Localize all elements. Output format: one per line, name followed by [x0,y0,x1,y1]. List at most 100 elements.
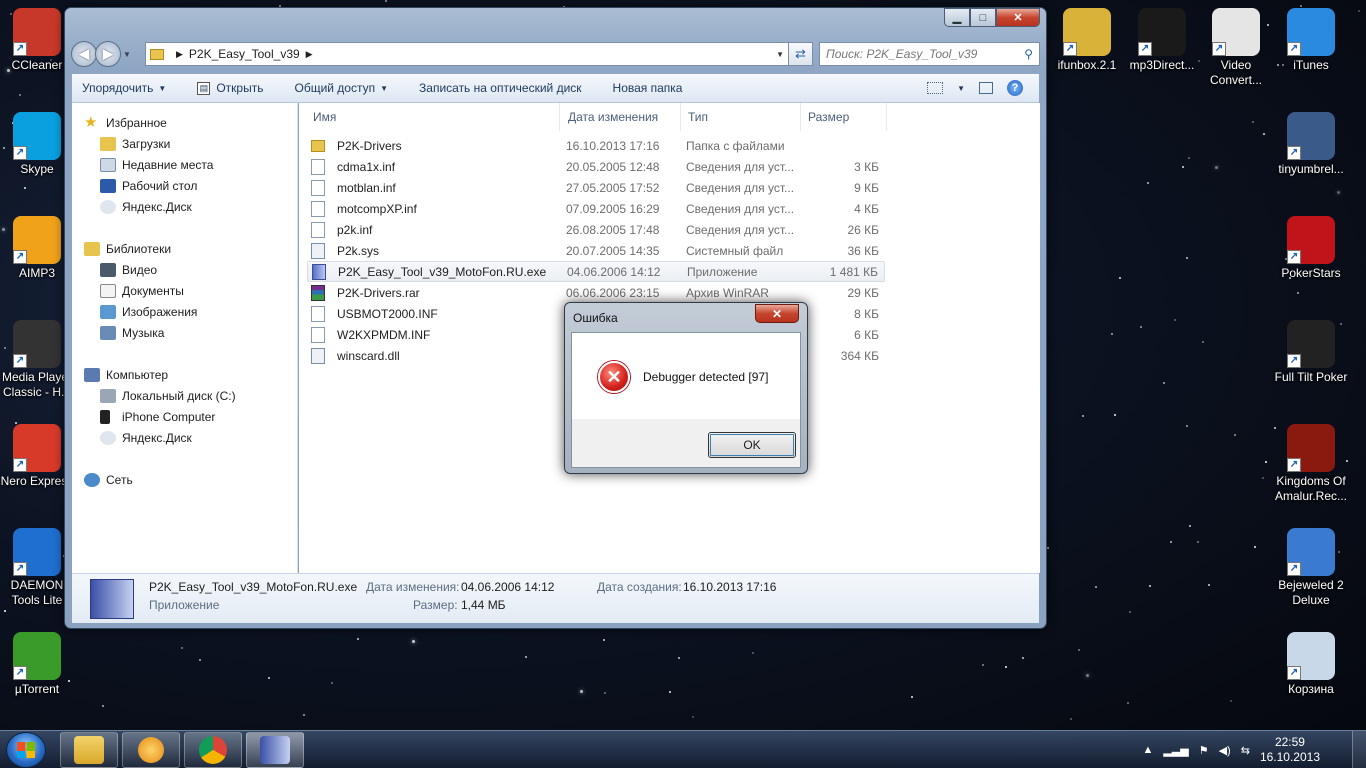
nav-libraries[interactable]: Библиотеки [84,239,171,258]
error-dialog[interactable]: Ошибка ✕ ✕ Debugger detected [97] OK [564,302,808,474]
close-button[interactable]: ✕ [996,8,1040,27]
search-icon[interactable]: ⚲ [1024,47,1033,61]
explorer-window[interactable]: ▁ □ ✕ ◀ ▶ ▼ ▶ P2K_Easy_Tool_v39 ▶ ▼ ⇄ По… [64,7,1047,629]
desktop-shortcut[interactable]: ↗ Full Tilt Poker [1271,320,1351,385]
show-hidden-icons-icon[interactable]: ▲ [1142,744,1153,756]
file-size: 36 КБ [847,243,879,258]
nav-network[interactable]: Сеть [84,470,133,489]
chevron-down-icon: ▼ [380,83,389,93]
ok-button[interactable]: OK [708,432,796,458]
search-input[interactable]: Поиск: P2K_Easy_Tool_v39 ⚲ [819,42,1040,66]
breadcrumb-chevron-icon[interactable]: ▶ [306,49,313,60]
back-button[interactable]: ◀ [71,41,97,67]
volume-icon[interactable]: ◀) [1219,744,1231,757]
refresh-button[interactable]: ⇄ [789,42,813,66]
desktop-shortcut[interactable]: ↗ Kingdoms Of Amalur.Rec... [1271,424,1351,504]
view-dropdown-icon[interactable]: ▼ [957,84,965,93]
nav-label: Загрузки [122,136,171,151]
nav-images[interactable]: Изображения [100,302,197,321]
desktop-shortcut[interactable]: ↗ Корзина [1271,632,1351,697]
status-filetype: Приложение [149,598,220,612]
burn-disc-button[interactable]: Записать на оптический диск [419,81,582,95]
taskbar-p2k-tool-button[interactable] [246,732,304,768]
nav-recent-places[interactable]: Недавние места [100,155,213,174]
star [1252,121,1254,123]
nav-computer[interactable]: Компьютер [84,365,168,384]
file-row[interactable]: P2K_Easy_Tool_v39_MotoFon.RU.exe 04.06.20… [307,261,885,282]
language-icon[interactable]: ⇆ [1241,744,1250,757]
forward-button[interactable]: ▶ [95,41,121,67]
file-row[interactable]: P2K-Drivers 16.10.2013 17:16 Папка с файла… [307,135,885,156]
system-tray: ▲ ▂▃▅ ⚑ ◀) ⇆ 22:59 16.10.2013 [1142,731,1320,768]
desktop-shortcut-label: Bejeweled 2 Deluxe [1278,578,1344,607]
desktop-shortcut[interactable]: ↗ PokerStars [1271,216,1351,281]
nav-desktop[interactable]: Рабочий стол [100,176,197,195]
column-header-date[interactable]: Дата изменения [561,103,681,131]
breadcrumb-current[interactable]: P2K_Easy_Tool_v39 [189,47,300,61]
clock[interactable]: 22:59 16.10.2013 [1260,735,1320,765]
column-header-type[interactable]: Тип [681,103,801,131]
desktop-shortcut[interactable]: ↗ tinyumbrel... [1271,112,1351,177]
chrome-icon [199,736,227,764]
column-label: Дата изменения [568,110,659,124]
show-desktop-button[interactable] [1352,731,1366,768]
star-icon: ★ [84,113,98,131]
help-icon[interactable]: ? [1007,80,1023,96]
breadcrumb-separator-icon[interactable]: ▶ [176,49,183,60]
recent-pages-dropdown-icon[interactable]: ▼ [123,50,133,59]
nav-local-disk[interactable]: Локальный диск (C:) [100,386,236,405]
network-signal-icon[interactable]: ▂▃▅ [1163,744,1188,757]
taskbar-explorer-button[interactable] [60,732,118,768]
star [1070,718,1072,720]
file-name: motblan.inf [337,180,396,195]
file-row[interactable]: motcompXP.inf 07.09.2005 16:29 Сведения дл… [307,198,885,219]
taskbar-aimp-button[interactable] [122,732,180,768]
file-icon [311,221,325,238]
minimize-button[interactable]: ▁ [944,8,970,27]
file-date: 20.07.2005 14:35 [566,243,660,258]
nav-yandex-disk[interactable]: Яндекс.Диск [100,197,192,216]
desktop-shortcut[interactable]: ↗ ifunbox.2.1 [1047,8,1127,73]
change-view-icon[interactable] [927,82,944,94]
start-button[interactable] [6,732,46,768]
file-row[interactable]: cdma1x.inf 20.05.2005 12:48 Сведения для у… [307,156,885,177]
address-dropdown-icon[interactable]: ▼ [776,50,784,59]
file-date: 06.06.2006 23:15 [566,285,660,300]
file-row[interactable]: p2k.inf 26.08.2005 17:48 Сведения для уст.… [307,219,885,240]
organize-button[interactable]: Упорядочить ▼ [82,81,166,95]
tinyumbrella-icon: ↗ [1287,112,1335,160]
desktop-shortcut[interactable]: ↗ Bejeweled 2 Deluxe [1271,528,1351,608]
nav-label: Локальный диск (C:) [122,388,236,403]
nav-iphone[interactable]: iPhone Computer [100,407,215,426]
burn-label: Записать на оптический диск [419,81,582,95]
nav-favorites[interactable]: ★ Избранное [84,113,167,132]
nav-yandex-disk-computer[interactable]: Яндекс.Диск [100,428,192,447]
nav-music[interactable]: Музыка [100,323,164,342]
preview-pane-icon[interactable] [979,82,993,94]
column-header-size[interactable]: Размер [801,103,887,131]
new-folder-button[interactable]: Новая папка [613,81,683,95]
file-row[interactable]: P2k.sys 20.07.2005 14:35 Системный файл 36 … [307,240,885,261]
column-header-name[interactable]: Имя [307,103,560,131]
desktop-shortcut[interactable]: ↗ Video Convert... [1196,8,1276,88]
shortcut-arrow-icon: ↗ [1287,146,1301,160]
maximize-button[interactable]: □ [970,8,996,27]
desktop-shortcut-label: ifunbox.2.1 [1057,58,1117,72]
dialog-close-button[interactable]: ✕ [755,304,799,323]
file-row[interactable]: motblan.inf 27.05.2005 17:52 Сведения для … [307,177,885,198]
address-bar[interactable]: ▶ P2K_Easy_Tool_v39 ▶ ▼ [145,42,789,66]
nav-downloads[interactable]: Загрузки [100,134,170,153]
desktop-shortcut[interactable]: ↗ iTunes [1271,8,1351,73]
taskbar-chrome-button[interactable] [184,732,242,768]
star [181,647,183,649]
star [1174,319,1176,321]
nav-documents[interactable]: Документы [100,281,184,300]
desktop-shortcut[interactable]: ↗ µTorrent [0,632,77,697]
share-button[interactable]: Общий доступ ▼ [294,81,388,95]
open-button[interactable]: ▤ Открыть [197,81,263,95]
action-center-icon[interactable]: ⚑ [1199,744,1209,757]
desktop-shortcut[interactable]: ↗ mp3Direct... [1122,8,1202,73]
file-row[interactable]: P2K-Drivers.rar 06.06.2006 23:15 Архив Win… [307,282,885,303]
nav-video[interactable]: Видео [100,260,157,279]
star [1182,166,1184,168]
